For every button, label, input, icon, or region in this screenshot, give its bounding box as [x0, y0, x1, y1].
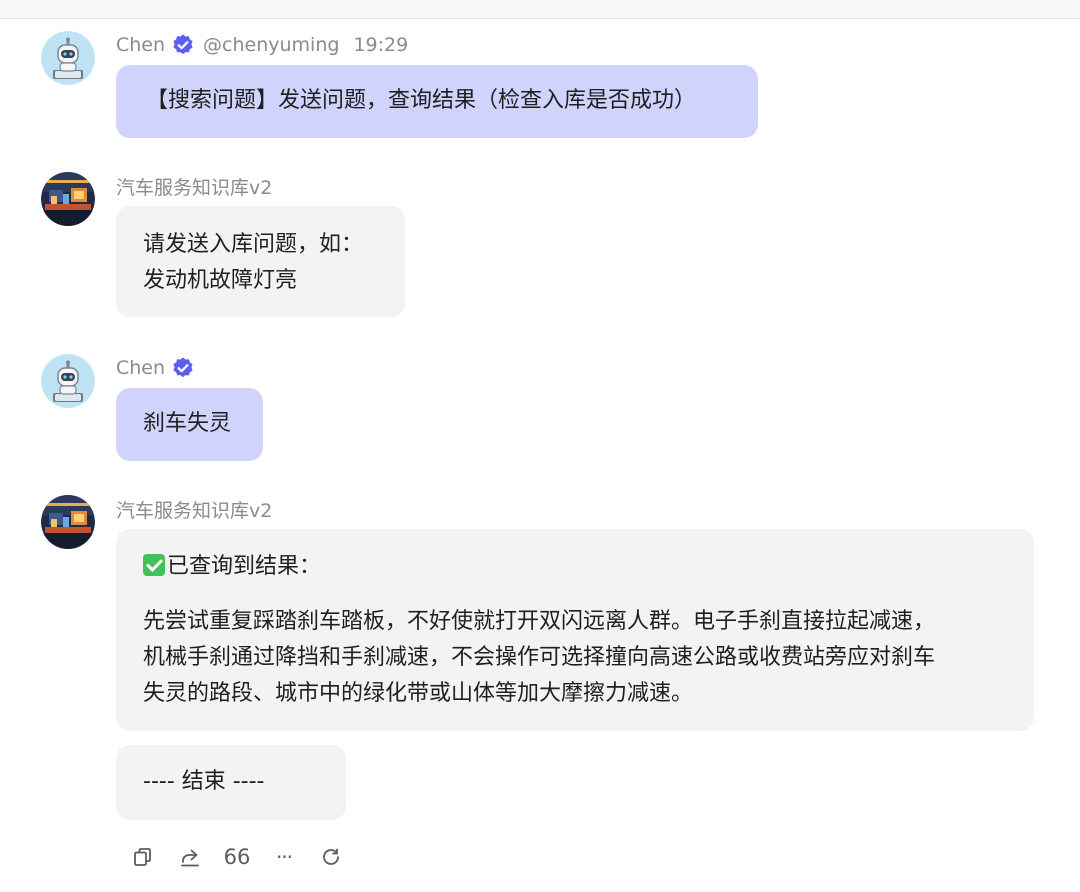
user-message-bubble: 【搜索问题】发送问题，查询结果（检查入库是否成功） [116, 65, 758, 138]
quote-button[interactable]: 66 [223, 844, 251, 870]
end-marker-bubble: ---- 结束 ---- [116, 745, 346, 820]
result-title-text: 已查询到结果： [167, 554, 322, 579]
message-text: 【搜索问题】发送问题，查询结果（检查入库是否成功） [146, 88, 697, 113]
message-meta: 汽车服务知识库v2 [116, 173, 272, 199]
top-bar [0, 0, 1080, 19]
message-text: 刹车失灵 [143, 411, 232, 436]
message-meta: Chen [116, 355, 195, 381]
message-meta: 汽车服务知识库v2 [116, 496, 272, 522]
bot-message-bubble: 请发送入库问题，如： 发动机故障灯亮 [116, 206, 405, 317]
result-line: 先尝试重复踩踏刹车踏板，不好使就打开双闪远离人群。电子手刹直接拉起减速， [143, 609, 936, 634]
copy-button[interactable] [130, 844, 156, 870]
sender-name[interactable]: 汽车服务知识库v2 [116, 496, 272, 523]
quote-icon: 66 [223, 845, 251, 869]
share-icon [179, 846, 201, 868]
bot-avatar[interactable] [41, 172, 95, 226]
bot-message-bubble: 已查询到结果： 先尝试重复踩踏刹车踏板，不好使就打开双闪远离人群。电子手刹直接拉… [116, 529, 1034, 731]
verified-badge-icon [171, 356, 195, 380]
user-avatar[interactable] [41, 354, 95, 408]
result-line: 机械手刹通过降挡和手刹减速，不会操作可选择撞向高速公路或收费站旁应对刹车 [143, 645, 936, 670]
user-avatar[interactable] [41, 31, 95, 85]
sender-handle: @chenyuming [203, 34, 340, 56]
check-mark-icon [143, 554, 165, 576]
share-button[interactable] [177, 844, 203, 870]
end-marker-text: ---- 结束 ---- [143, 769, 265, 794]
verified-badge-icon [171, 33, 195, 57]
message-meta: Chen @chenyuming 19:29 [116, 32, 408, 58]
message-line: 发动机故障灯亮 [143, 268, 298, 293]
copy-icon [132, 846, 154, 868]
bot-avatar[interactable] [41, 495, 95, 549]
message-actions: 66 ··· [130, 842, 365, 872]
message-line: 请发送入库问题，如： [143, 232, 364, 257]
message-timestamp: 19:29 [353, 34, 409, 56]
sender-name[interactable]: Chen [116, 34, 165, 56]
regenerate-button[interactable] [318, 844, 344, 870]
more-button[interactable]: ··· [271, 844, 297, 870]
sender-name[interactable]: Chen [116, 357, 165, 379]
more-icon: ··· [275, 845, 293, 869]
sender-name[interactable]: 汽车服务知识库v2 [116, 173, 272, 200]
user-message-bubble: 刹车失灵 [116, 388, 263, 461]
result-line: 失灵的路段、城市中的绿化带或山体等加大摩擦力减速。 [143, 681, 694, 706]
result-title: 已查询到结果： [143, 549, 1034, 585]
regenerate-icon [320, 846, 342, 868]
